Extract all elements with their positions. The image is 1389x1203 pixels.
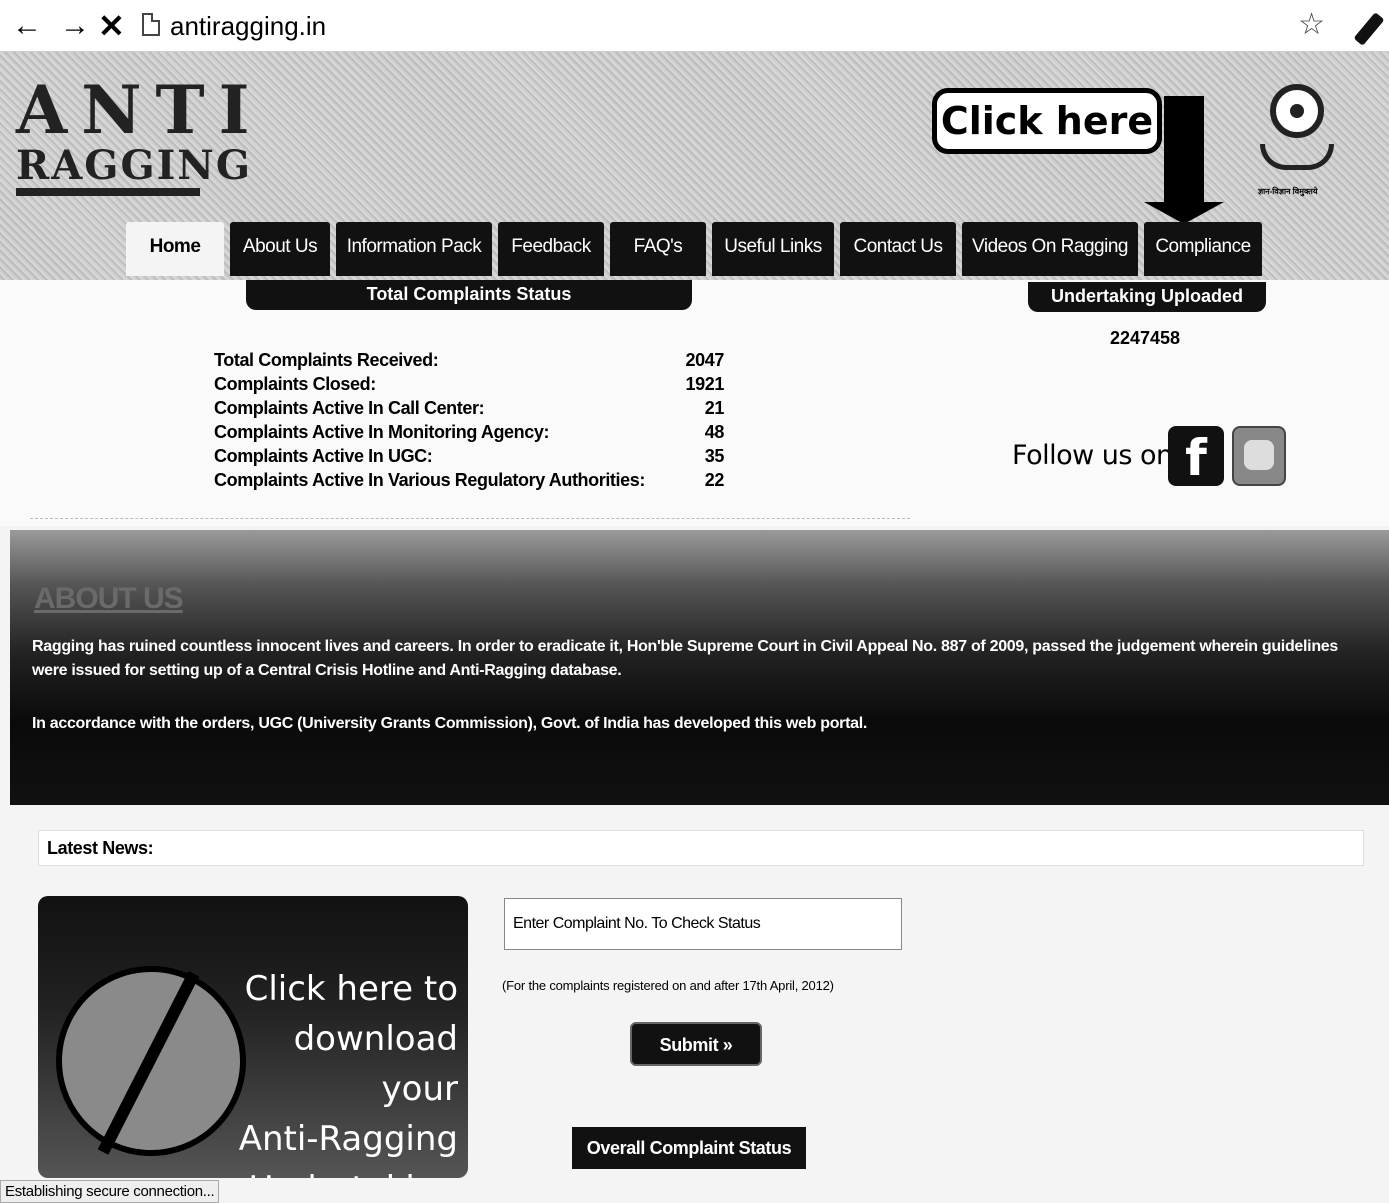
twitter-icon[interactable] bbox=[1232, 426, 1286, 486]
overall-complaint-status-button[interactable]: Overall Complaint Status bbox=[572, 1127, 806, 1169]
row-label: Complaints Active In Monitoring Agency: bbox=[214, 422, 550, 442]
row-value: 1921 bbox=[685, 374, 725, 394]
complaint-row: Complaints Active In Call Center: 21 bbox=[214, 396, 724, 420]
row-value: 35 bbox=[704, 446, 725, 466]
menu-item-useful-links[interactable]: Useful Links bbox=[712, 222, 834, 276]
facebook-icon[interactable]: f bbox=[1168, 426, 1224, 487]
about-title: ABOUT US bbox=[34, 582, 184, 615]
complaint-row: Complaints Active In UGC: 35 bbox=[214, 444, 724, 468]
row-label: Complaints Active In Call Center: bbox=[214, 398, 485, 418]
star-icon[interactable]: ☆ bbox=[1298, 8, 1325, 42]
row-label: Complaints Closed: bbox=[214, 374, 376, 394]
menu-item-videos-on-ragging[interactable]: Videos On Ragging bbox=[962, 222, 1138, 276]
logo-line1: ANTI bbox=[16, 71, 264, 149]
click-here-callout: Click here bbox=[932, 88, 1162, 154]
menu-item-home[interactable]: Home bbox=[126, 222, 224, 276]
download-line: download your bbox=[293, 1019, 458, 1109]
logo-line2: RAGGING bbox=[16, 144, 250, 196]
row-label: Total Complaints Received: bbox=[214, 350, 439, 370]
complaint-number-input[interactable]: Enter Complaint No. To Check Status bbox=[504, 898, 902, 950]
complaint-row: Complaints Active In Monitoring Agency: 4… bbox=[214, 420, 724, 444]
submit-button[interactable]: Submit » bbox=[630, 1022, 762, 1066]
download-line: Click here to bbox=[244, 969, 458, 1009]
browser-status-bar: Establishing secure connection... bbox=[0, 1180, 220, 1203]
site-header: ANTI RAGGING Click here ज्ञान-विज्ञान वि… bbox=[0, 52, 1389, 280]
follow-us-label: Follow us on bbox=[1012, 440, 1173, 471]
total-complaints-status-tab: Total Complaints Status bbox=[246, 280, 692, 310]
complaint-row: Complaints Closed: 1921 bbox=[214, 372, 724, 396]
row-label: Complaints Active In Various Regulatory … bbox=[214, 470, 645, 490]
undertaking-uploaded-tab: Undertaking Uploaded bbox=[1028, 282, 1266, 312]
about-paragraph-2: In accordance with the orders, UGC (Univ… bbox=[32, 715, 868, 732]
page-icon bbox=[142, 13, 160, 36]
menu-item-compliance[interactable]: Compliance bbox=[1144, 222, 1262, 276]
row-value: 21 bbox=[704, 398, 725, 418]
forward-arrow-icon[interactable]: → bbox=[60, 8, 90, 44]
menu-item-contact-us[interactable]: Contact Us bbox=[840, 222, 956, 276]
row-value: 22 bbox=[704, 470, 725, 490]
arrow-down-icon bbox=[1164, 96, 1204, 204]
about-paragraph-1: Ragging has ruined countless innocent li… bbox=[32, 638, 1338, 679]
browser-toolbar: ← → ✕ antiragging.in ☆ bbox=[0, 0, 1389, 52]
menu-item-about-us[interactable]: About Us bbox=[230, 222, 330, 276]
stop-icon[interactable]: ✕ bbox=[98, 8, 125, 44]
eyedropper-icon[interactable] bbox=[1353, 12, 1385, 46]
main-menu: Home About Us Information Pack Feedback … bbox=[0, 222, 1389, 276]
about-section: ABOUT US Ragging has ruined countless in… bbox=[10, 530, 1389, 805]
menu-item-feedback[interactable]: Feedback bbox=[498, 222, 604, 276]
row-label: Complaints Active In UGC: bbox=[214, 446, 433, 466]
complaint-note: (For the complaints registered on and af… bbox=[502, 978, 834, 993]
menu-item-faqs[interactable]: FAQ's bbox=[610, 222, 706, 276]
divider bbox=[30, 518, 910, 520]
download-text: Click here to download your Anti-Ragging… bbox=[218, 964, 458, 1178]
complaint-row: Complaints Active In Various Regulatory … bbox=[214, 468, 724, 492]
complaint-row: Total Complaints Received: 2047 bbox=[214, 348, 724, 372]
undertaking-count: 2247458 bbox=[1109, 328, 1181, 348]
status-panel: Total Complaints Status Undertaking Uplo… bbox=[0, 280, 1389, 526]
latest-news-bar: Latest News: bbox=[38, 830, 1364, 866]
row-value: 48 bbox=[704, 422, 725, 442]
address-bar[interactable]: antiragging.in bbox=[170, 9, 326, 43]
complaints-table: Total Complaints Received: 2047 Complaint… bbox=[214, 348, 724, 492]
ugc-emblem-icon: ज्ञान-विज्ञान विमुक्तये bbox=[1256, 80, 1338, 198]
download-line: Anti-Ragging bbox=[238, 1119, 458, 1159]
menu-item-information-pack[interactable]: Information Pack bbox=[336, 222, 492, 276]
site-logo[interactable]: ANTI RAGGING bbox=[16, 71, 264, 196]
arrow-head-icon bbox=[1144, 202, 1224, 224]
emblem-caption: ज्ञान-विज्ञान विमुक्तये bbox=[1258, 187, 1318, 196]
download-undertaking-banner[interactable]: Click here to download your Anti-Ragging… bbox=[38, 896, 468, 1178]
row-value: 2047 bbox=[685, 350, 725, 370]
download-line: Undertaking bbox=[218, 1164, 458, 1178]
back-arrow-icon[interactable]: ← bbox=[12, 8, 42, 44]
